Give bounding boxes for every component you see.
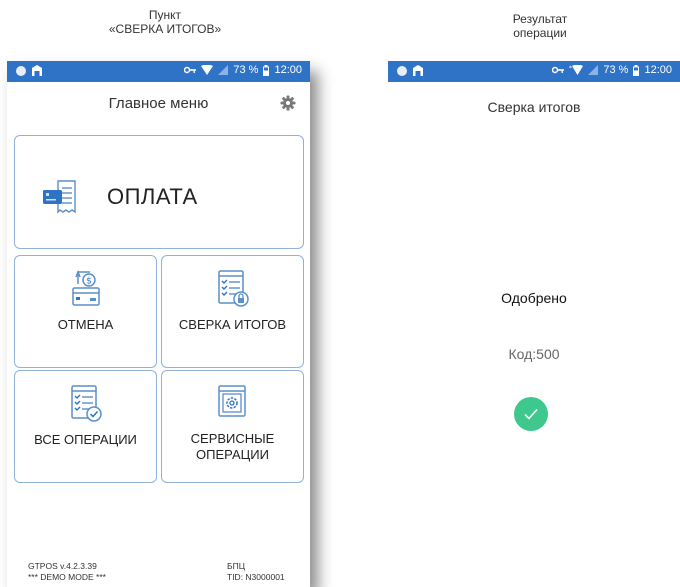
result-title: Сверка итогов — [487, 99, 581, 115]
cancel-label: ОТМЕНА — [57, 317, 114, 332]
cancel-button[interactable]: $ ОТМЕНА — [14, 255, 157, 368]
left-caption-line2: «СВЕРКА ИТОГОВ» — [108, 22, 222, 36]
checkmark-icon — [524, 408, 538, 420]
result-status: Одобрено — [501, 290, 567, 306]
service-operations-label: СЕРВИСНЫЕ ОПЕРАЦИИ — [166, 431, 299, 463]
app-notification-icon — [32, 65, 42, 76]
notification-dot-icon — [397, 66, 407, 76]
clock: 12:00 — [274, 64, 302, 76]
clock: 12:00 — [644, 64, 672, 76]
signal-icon — [218, 65, 229, 75]
status-bar: * 73 % 12:00 — [388, 61, 680, 82]
terminal-id: TID: N3000001 — [227, 572, 285, 582]
svg-text:*: * — [569, 65, 572, 72]
card-receipt-icon — [43, 180, 76, 214]
gear-icon[interactable] — [280, 95, 296, 111]
battery-icon — [633, 64, 640, 76]
battery-icon — [263, 64, 270, 76]
reconciliation-label: СВЕРКА ИТОГОВ — [178, 317, 287, 332]
reconciliation-button[interactable]: СВЕРКА ИТОГОВ — [161, 255, 304, 368]
service-operations-label-line1: СЕРВИСНЫЕ — [190, 431, 275, 446]
main-menu-screen: 73 % 12:00 Главное меню ОПЛАТА $ ОТМЕНА … — [7, 61, 310, 587]
app-notification-icon — [413, 65, 423, 76]
left-caption-line1: Пункт — [148, 8, 182, 22]
checklist-check-icon — [70, 385, 102, 422]
battery-percent: 73 % — [233, 64, 259, 76]
window-gear-icon — [217, 385, 246, 417]
right-caption-line1: Результат — [512, 12, 568, 26]
version-text: GTPOS v.4.2.3.39 — [28, 561, 97, 571]
svg-text:$: $ — [86, 277, 92, 287]
key-icon — [552, 66, 565, 74]
refund-icon: $ — [71, 269, 100, 306]
wifi-icon — [201, 65, 214, 75]
service-operations-button[interactable]: СЕРВИСНЫЕ ОПЕРАЦИИ — [161, 370, 304, 483]
demo-mode-text: *** DEMO MODE *** — [28, 572, 106, 582]
checklist-lock-icon — [217, 270, 249, 307]
bank-name: БПЦ — [227, 561, 245, 571]
check-circle-icon — [514, 397, 548, 431]
result-screen: * 73 % 12:00 Сверка итогов Одобрено Код:… — [388, 61, 680, 587]
wifi-icon: * — [569, 65, 584, 75]
status-bar: 73 % 12:00 — [7, 61, 310, 82]
service-operations-label-line2: ОПЕРАЦИИ — [196, 447, 269, 462]
payment-label: ОПЛАТА — [107, 184, 198, 209]
payment-button[interactable]: ОПЛАТА — [14, 135, 304, 249]
result-code: Код:500 — [508, 346, 560, 362]
left-caption: Пункт «СВЕРКА ИТОГОВ» — [80, 8, 250, 36]
signal-icon — [588, 65, 599, 75]
notification-dot-icon — [16, 66, 26, 76]
all-operations-button[interactable]: ВСЕ ОПЕРАЦИИ — [14, 370, 157, 483]
battery-percent: 73 % — [603, 64, 629, 76]
page-title: Главное меню — [108, 95, 209, 112]
key-icon — [184, 66, 197, 74]
right-caption-line2: операции — [513, 26, 567, 40]
right-caption: Результат операции — [460, 12, 620, 40]
all-operations-label: ВСЕ ОПЕРАЦИИ — [34, 432, 137, 447]
